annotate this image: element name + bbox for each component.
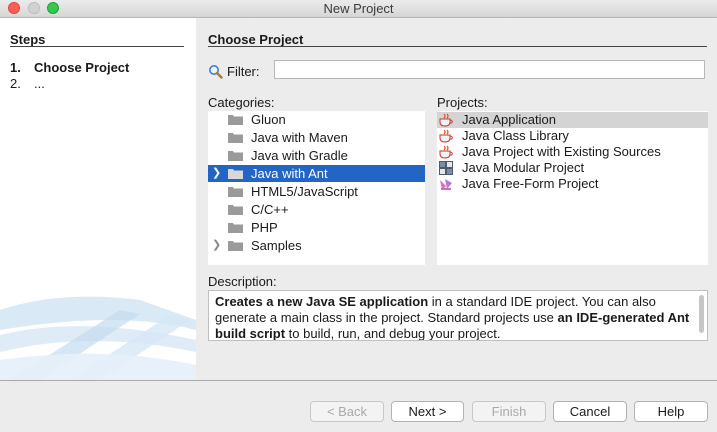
category-java-with-maven[interactable]: Java with Maven <box>208 129 425 146</box>
project-java-modular[interactable]: Java Modular Project <box>437 160 708 176</box>
project-java-free-form[interactable]: Java Free-Form Project <box>437 176 708 192</box>
next-button[interactable]: Next > <box>391 401 464 422</box>
step-item-1: 1. Choose Project <box>10 60 129 75</box>
category-java-with-gradle[interactable]: Java with Gradle <box>208 147 425 164</box>
category-gluon[interactable]: Gluon <box>208 111 425 128</box>
chevron-right-icon[interactable]: ❯ <box>212 237 221 254</box>
java-cup-icon <box>439 129 453 143</box>
back-button[interactable]: < Back <box>310 401 384 422</box>
folder-icon <box>228 187 243 197</box>
project-label: Java Class Library <box>462 128 569 143</box>
projects-list[interactable]: Java Application Java Class Library Java… <box>437 111 708 265</box>
folder-icon <box>228 169 243 179</box>
folder-icon <box>228 151 243 161</box>
folder-icon <box>228 241 243 251</box>
category-java-with-ant[interactable]: ❯ Java with Ant <box>208 165 425 182</box>
help-button[interactable]: Help <box>634 401 708 422</box>
folder-icon <box>228 133 243 143</box>
title-bar: New Project <box>0 0 717 18</box>
category-php[interactable]: PHP <box>208 219 425 236</box>
chevron-right-icon[interactable]: ❯ <box>212 165 221 182</box>
category-c-cpp[interactable]: C/C++ <box>208 201 425 218</box>
modules-icon <box>439 161 453 175</box>
project-label: Java Free-Form Project <box>462 176 599 191</box>
description-scrollbar[interactable] <box>699 295 704 333</box>
step-label: Choose Project <box>34 60 130 75</box>
cancel-button[interactable]: Cancel <box>553 401 627 422</box>
category-samples[interactable]: ❯ Samples <box>208 237 425 254</box>
project-java-application[interactable]: Java Application <box>437 112 708 128</box>
project-java-class-library[interactable]: Java Class Library <box>437 128 708 144</box>
step-number: 1. <box>10 60 21 75</box>
heading-divider <box>208 46 707 47</box>
category-label: HTML5/JavaScript <box>251 184 358 199</box>
description-text: Creates a new Java SE application in a s… <box>208 290 708 341</box>
category-label: Gluon <box>251 112 286 127</box>
step-label: ... <box>34 76 45 91</box>
steps-panel: Steps 1. Choose Project 2.... <box>0 18 196 380</box>
project-label: Java Project with Existing Sources <box>462 144 661 159</box>
categories-label: Categories: <box>208 95 275 110</box>
filter-input[interactable] <box>274 60 705 79</box>
java-cup-icon <box>439 113 453 127</box>
filter-label: Filter: <box>227 64 260 79</box>
category-label: Java with Ant <box>251 166 328 181</box>
project-label: Java Application <box>462 112 556 127</box>
folder-icon <box>228 223 243 233</box>
category-html5-javascript[interactable]: HTML5/JavaScript <box>208 183 425 200</box>
category-label: PHP <box>251 220 278 235</box>
category-label: Java with Gradle <box>251 148 348 163</box>
project-label: Java Modular Project <box>462 160 585 175</box>
java-cup-icon <box>439 145 453 159</box>
description-bold-1: Creates a new Java SE application <box>215 294 429 309</box>
magnifier-icon <box>209 65 223 79</box>
main-panel: Choose Project Filter: Categories: Proje… <box>196 18 717 380</box>
category-label: C/C++ <box>251 202 289 217</box>
freeform-icon <box>440 179 452 190</box>
decorative-swoosh-graphic <box>0 296 196 380</box>
folder-icon <box>228 205 243 215</box>
project-java-existing-sources[interactable]: Java Project with Existing Sources <box>437 144 708 160</box>
folder-icon <box>228 115 243 125</box>
description-label: Description: <box>208 274 277 289</box>
step-number: 2. <box>10 76 21 91</box>
steps-divider <box>10 46 184 47</box>
window-title: New Project <box>323 1 394 16</box>
steps-heading: Steps <box>10 32 46 47</box>
button-bar: < Back Next > Finish Cancel Help <box>0 380 717 432</box>
categories-tree[interactable]: Gluon Java with Maven Java with Gradle ❯… <box>208 111 425 265</box>
category-label: Java with Maven <box>251 130 348 145</box>
finish-button[interactable]: Finish <box>472 401 546 422</box>
description-part-4: to build, run, and debug your project. <box>285 326 501 341</box>
projects-label: Projects: <box>437 95 488 110</box>
page-title: Choose Project <box>208 32 304 47</box>
step-item-2: 2.... <box>10 76 45 91</box>
category-label: Samples <box>251 238 302 253</box>
